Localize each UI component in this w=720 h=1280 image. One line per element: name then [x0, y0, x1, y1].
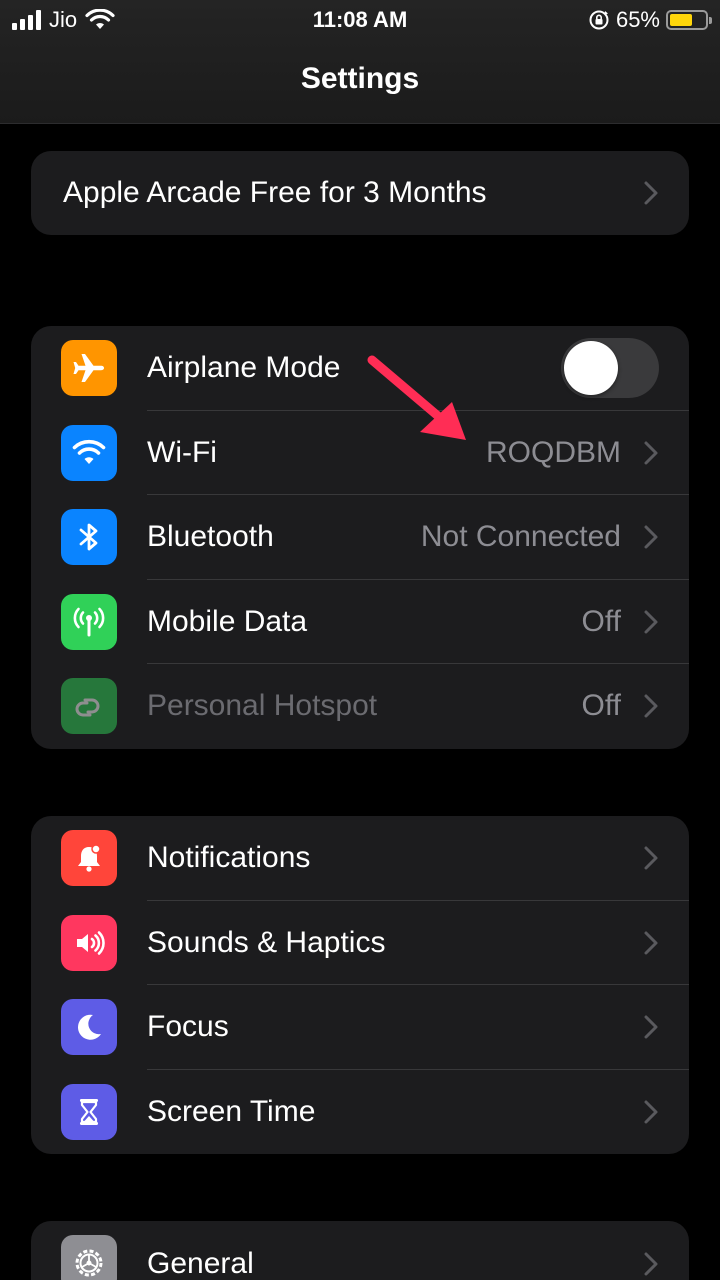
sounds-haptics-label: Sounds & Haptics: [147, 925, 386, 959]
chevron-right-icon: [644, 1015, 658, 1039]
chevron-right-icon: [644, 931, 658, 955]
airplane-mode-toggle[interactable]: [561, 338, 659, 399]
mobile-data-label: Mobile Data: [147, 604, 308, 638]
airplane-mode-row: Airplane Mode: [31, 326, 689, 411]
focus-row[interactable]: Focus: [31, 985, 689, 1070]
chevron-right-icon: [644, 1252, 658, 1276]
battery-icon: [666, 10, 712, 30]
connectivity-group: Airplane Mode Wi-Fi ROQDBM Bluetooth Not…: [31, 326, 689, 749]
screen-time-row[interactable]: Screen Time: [31, 1070, 689, 1155]
chevron-right-icon: [644, 525, 658, 549]
bell-icon: [61, 830, 117, 887]
header: Jio 11:08 AM 65% Settings: [0, 0, 720, 124]
wifi-row[interactable]: Wi-Fi ROQDBM: [31, 411, 689, 496]
promo-group: Apple Arcade Free for 3 Months: [31, 151, 689, 235]
chevron-right-icon: [644, 181, 658, 205]
gear-icon: [61, 1235, 117, 1280]
notifications-group: Notifications Sounds & Haptics Focus Scr…: [31, 816, 689, 1154]
mobile-data-value: Off: [581, 604, 621, 638]
bluetooth-label: Bluetooth: [147, 520, 274, 554]
orientation-lock-icon: [589, 10, 609, 30]
general-label: General: [147, 1247, 254, 1280]
focus-label: Focus: [147, 1010, 229, 1044]
bluetooth-status-value: Not Connected: [420, 520, 621, 554]
bluetooth-icon: [61, 509, 117, 566]
personal-hotspot-row[interactable]: Personal Hotspot Off: [31, 664, 689, 749]
chevron-right-icon: [644, 1100, 658, 1124]
airplane-mode-label: Airplane Mode: [147, 351, 341, 385]
wifi-icon: [61, 424, 117, 481]
notifications-label: Notifications: [147, 841, 311, 875]
notifications-row[interactable]: Notifications: [31, 816, 689, 901]
airplane-icon: [61, 340, 117, 397]
chevron-right-icon: [644, 610, 658, 634]
status-bar: Jio 11:08 AM 65%: [0, 0, 720, 40]
personal-hotspot-value: Off: [581, 689, 621, 723]
status-right: 65%: [588, 6, 712, 34]
hourglass-icon: [61, 1083, 117, 1140]
chevron-right-icon: [644, 441, 658, 465]
toggle-knob: [564, 341, 618, 396]
chevron-right-icon: [644, 694, 658, 718]
battery-fill: [670, 14, 693, 26]
moon-icon: [61, 999, 117, 1056]
sounds-haptics-row[interactable]: Sounds & Haptics: [31, 901, 689, 986]
promo-label: Apple Arcade Free for 3 Months: [63, 176, 487, 209]
speaker-icon: [61, 914, 117, 971]
mobile-data-row[interactable]: Mobile Data Off: [31, 580, 689, 665]
general-row[interactable]: General: [31, 1221, 689, 1280]
antenna-icon: [61, 593, 117, 650]
wifi-label: Wi-Fi: [147, 435, 217, 469]
general-group: General: [31, 1221, 689, 1280]
battery-percentage: 65%: [615, 7, 660, 32]
chevron-right-icon: [644, 846, 658, 870]
promo-row[interactable]: Apple Arcade Free for 3 Months: [31, 151, 689, 235]
personal-hotspot-label: Personal Hotspot: [147, 689, 378, 723]
bluetooth-row[interactable]: Bluetooth Not Connected: [31, 495, 689, 580]
wifi-network-value: ROQDBM: [486, 435, 621, 469]
page-title: Settings: [300, 62, 420, 95]
hotspot-icon: [61, 678, 117, 735]
screen-time-label: Screen Time: [147, 1094, 316, 1128]
